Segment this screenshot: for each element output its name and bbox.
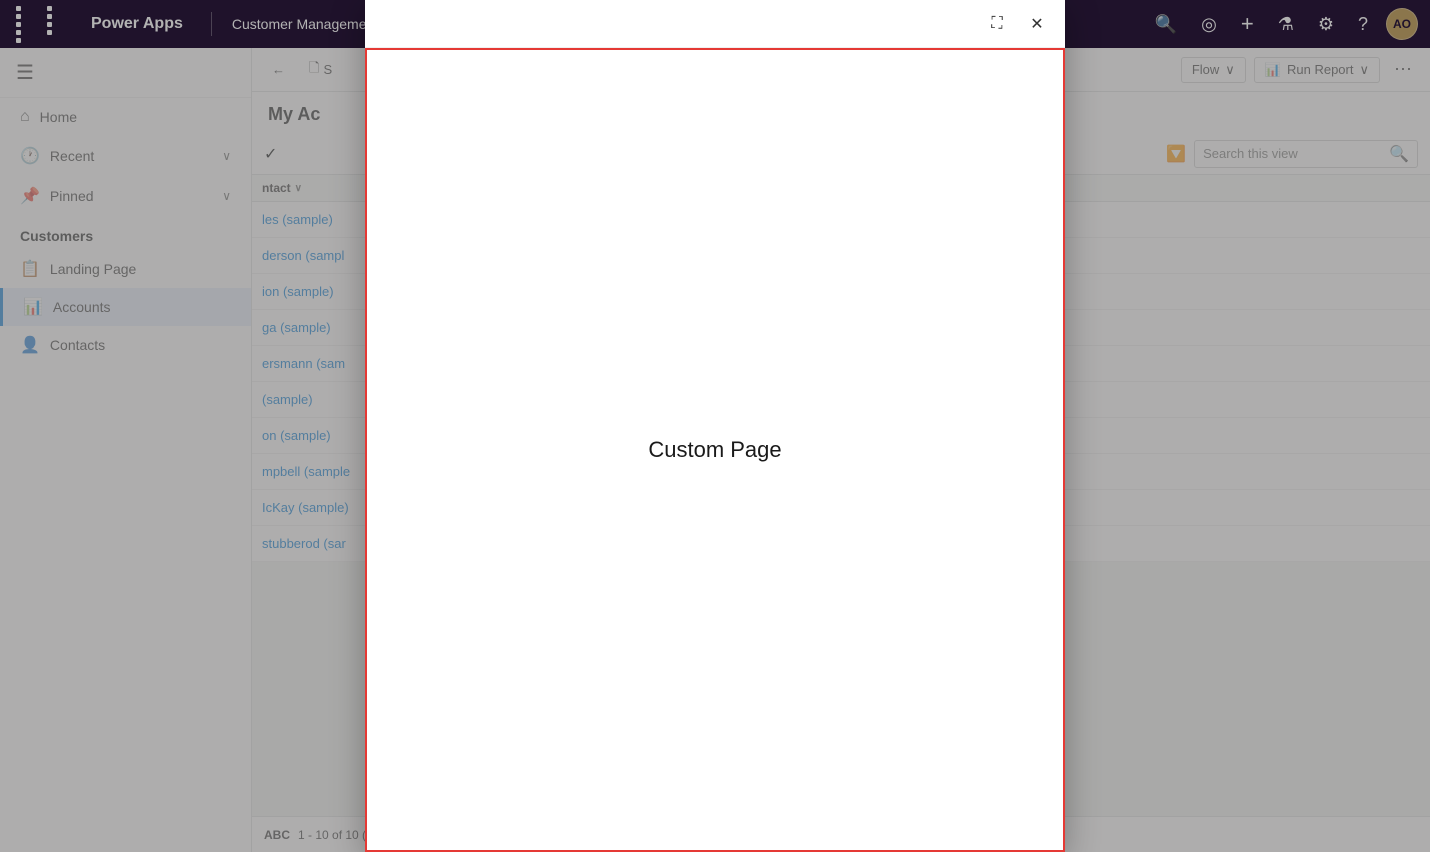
modal-close-button[interactable]: ✕: [1021, 8, 1053, 40]
modal-expand-button[interactable]: ⛶: [981, 8, 1013, 40]
modal-body: Custom Page: [365, 48, 1065, 852]
modal-overlay: ⛶ ✕ Custom Page: [0, 0, 1430, 852]
close-icon: ✕: [1030, 14, 1043, 34]
modal-content-label: Custom Page: [648, 437, 781, 463]
modal-dialog: ⛶ ✕ Custom Page: [365, 0, 1065, 852]
modal-header: ⛶ ✕: [365, 0, 1065, 48]
expand-icon: ⛶: [991, 15, 1002, 33]
